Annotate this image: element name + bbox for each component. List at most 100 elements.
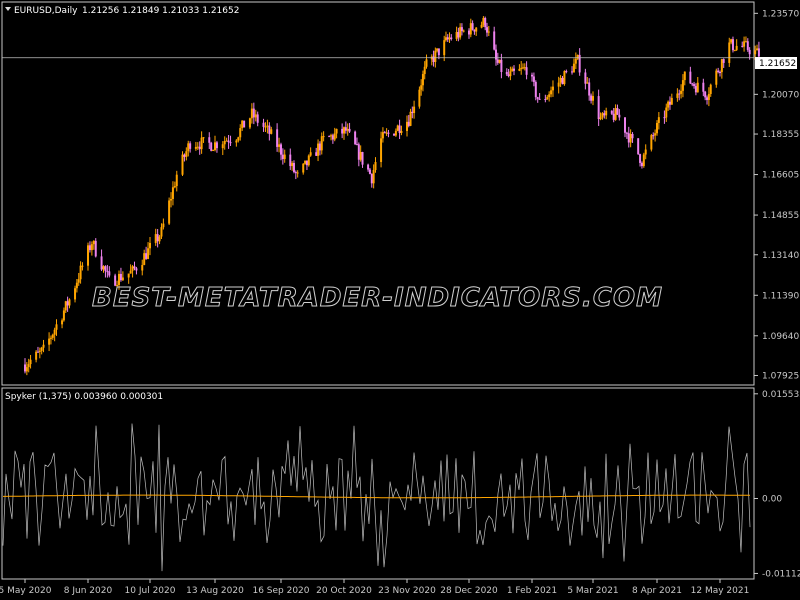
candle-body (239, 128, 242, 138)
candle-body (309, 152, 312, 156)
candle-body (756, 48, 759, 51)
time-tick-label: 28 Dec 2020 (440, 586, 498, 596)
candle-body (400, 130, 403, 133)
candle-body (381, 132, 384, 139)
candle-body (522, 67, 524, 69)
candle-body (754, 50, 757, 55)
candle-body (304, 160, 307, 164)
candle-body (720, 59, 723, 73)
candle-body (592, 96, 594, 101)
candle-body (656, 122, 658, 134)
candle-body (361, 152, 364, 165)
candle-body (421, 74, 424, 86)
candle-body (702, 82, 705, 92)
candle-body (487, 31, 490, 33)
candle-body (525, 67, 528, 75)
candle-body (104, 266, 107, 272)
candle-body (523, 67, 526, 69)
candle-body (156, 234, 159, 242)
candle-body (590, 95, 593, 101)
candle-body (694, 86, 697, 93)
candle-body (722, 59, 725, 63)
candle-body (743, 41, 746, 47)
candle-body (500, 59, 503, 73)
candle-body (294, 172, 297, 174)
candle-body (551, 86, 554, 91)
candle-body (531, 74, 533, 77)
candle-body (266, 125, 269, 127)
candle-body (572, 63, 575, 73)
candle-body (87, 245, 89, 266)
candle-body (147, 248, 150, 259)
candle-body (27, 364, 30, 368)
candle-body (229, 142, 232, 144)
candle-body (252, 108, 255, 118)
candle-body (256, 114, 259, 123)
candle-body (370, 173, 373, 184)
candle-body (283, 154, 286, 160)
candle-body (160, 227, 163, 237)
candle-body (185, 151, 188, 157)
candle-body (644, 149, 647, 155)
candle-body (407, 121, 410, 126)
time-tick-label: 10 Jul 2020 (125, 586, 176, 596)
candle-body (468, 30, 470, 35)
candle-body (129, 270, 132, 274)
candle-body (448, 37, 451, 40)
candle-body (315, 152, 318, 156)
candle-body (588, 82, 591, 96)
candle-body (141, 264, 144, 271)
candle-body (175, 174, 178, 187)
candle-body (25, 367, 28, 372)
candle-body (616, 108, 619, 115)
watermark: BEST-METATRADER-INDICATORS.COM (92, 283, 663, 313)
candle-body (610, 110, 613, 114)
candle-body (511, 68, 514, 72)
candle-body (189, 143, 192, 149)
candle-body (121, 277, 124, 281)
candle-body (322, 136, 325, 138)
candle-body (94, 240, 97, 257)
candle-body (302, 163, 305, 173)
candle-body (374, 162, 377, 171)
candle-body (198, 146, 201, 150)
candle-body (618, 114, 621, 118)
candle-body (268, 125, 271, 134)
candle-body (292, 162, 295, 173)
candle-body (717, 70, 720, 73)
candle-body (486, 27, 488, 33)
candle-body (320, 136, 323, 151)
candle-body (133, 266, 136, 269)
candle-body (680, 90, 683, 94)
candle-body (357, 144, 360, 160)
chart-window[interactable]: EURUSD,Daily 1.21256 1.21849 1.21033 1.2… (0, 0, 800, 600)
candle-body (455, 32, 458, 39)
candle-body (210, 142, 213, 151)
candle-body (652, 135, 655, 137)
price-tick-label: 1.14855 (762, 211, 799, 221)
candle-body (538, 98, 541, 100)
candle-body (475, 27, 478, 32)
candle-body (584, 72, 587, 84)
candle-body (215, 142, 218, 149)
candle-body (154, 234, 157, 243)
candle-body (305, 160, 308, 166)
candle-body (665, 107, 668, 118)
candle-body (667, 101, 670, 108)
indicator-caption: Spyker (1,375) 0.003960 0.000301 (5, 392, 163, 402)
candle-body (473, 29, 476, 32)
candle-body (571, 71, 574, 73)
candle-body (757, 48, 760, 57)
candle-body (143, 253, 146, 265)
price-tick-label: 1.09640 (762, 332, 799, 342)
candle-body (550, 90, 553, 95)
candle-body (102, 266, 105, 270)
candle-body (330, 135, 333, 137)
candle-body (457, 32, 460, 38)
candle-body (639, 154, 642, 163)
candle-body (170, 198, 173, 201)
candle-body (29, 359, 32, 365)
candle-body (663, 117, 666, 119)
candle-body (208, 137, 211, 143)
candle-body (36, 351, 39, 353)
